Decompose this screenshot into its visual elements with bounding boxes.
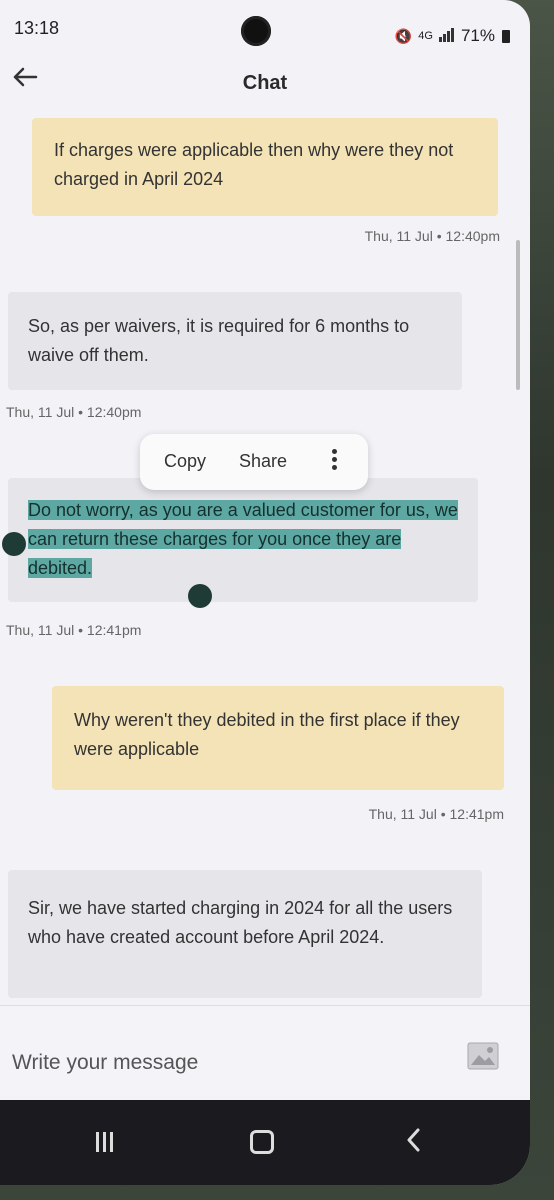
message-text: So, as per waivers, it is required for 6… <box>28 316 410 365</box>
message-timestamp: Thu, 11 Jul • 12:41pm <box>6 622 142 638</box>
text-selection-menu: Copy Share <box>140 434 368 490</box>
screen: 13:18 🔇 4G 71% Chat If charges were appl… <box>0 0 530 1185</box>
message-timestamp: Thu, 11 Jul • 12:41pm <box>368 806 504 822</box>
message-text: If charges were applicable then why were… <box>54 140 454 189</box>
message-bubble-received[interactable]: Sir, we have started charging in 2024 fo… <box>8 870 482 998</box>
home-icon[interactable] <box>250 1130 274 1154</box>
signal-icon <box>438 27 455 45</box>
message-timestamp: Thu, 11 Jul • 12:40pm <box>364 228 500 244</box>
selection-end-handle[interactable] <box>188 584 212 608</box>
share-button[interactable]: Share <box>239 451 287 472</box>
nav-back-icon[interactable] <box>404 1126 424 1154</box>
front-camera <box>241 16 271 46</box>
copy-button[interactable]: Copy <box>164 451 206 472</box>
message-timestamp: Thu, 11 Jul • 12:40pm <box>6 404 142 420</box>
system-navigation-bar <box>0 1100 530 1185</box>
status-bar: 13:18 🔇 4G 71% <box>0 0 530 52</box>
chat-header: Chat <box>0 58 530 108</box>
message-text: Why weren't they debited in the first pl… <box>74 710 460 759</box>
message-bubble-received[interactable]: So, as per waivers, it is required for 6… <box>8 292 462 390</box>
message-bubble-received-selected[interactable]: Do not worry, as you are a valued custom… <box>8 478 478 602</box>
selection-start-handle[interactable] <box>2 532 26 556</box>
page-title: Chat <box>242 72 288 94</box>
phone-device: 13:18 🔇 4G 71% Chat If charges were appl… <box>0 0 554 1200</box>
battery-icon <box>502 29 510 43</box>
more-vertical-icon[interactable] <box>330 447 338 477</box>
message-composer <box>0 1005 530 1096</box>
selected-message-text[interactable]: Do not worry, as you are a valued custom… <box>28 500 458 578</box>
message-bubble-sent[interactable]: Why weren't they debited in the first pl… <box>52 686 504 790</box>
message-bubble-sent[interactable]: If charges were applicable then why were… <box>32 118 498 216</box>
recents-icon[interactable] <box>96 1132 118 1154</box>
message-text: Sir, we have started charging in 2024 fo… <box>28 898 453 947</box>
mute-icon: 🔇 <box>394 27 413 44</box>
image-icon[interactable] <box>467 1042 499 1070</box>
network-type: 4G <box>418 30 433 42</box>
battery-percent: 71% <box>460 26 495 45</box>
message-input[interactable] <box>10 1044 434 1082</box>
chat-messages: If charges were applicable then why were… <box>0 108 530 1008</box>
scrollbar[interactable] <box>516 240 520 390</box>
status-time: 13:18 <box>14 18 60 38</box>
status-indicators: 🔇 4G 71% <box>395 26 510 46</box>
